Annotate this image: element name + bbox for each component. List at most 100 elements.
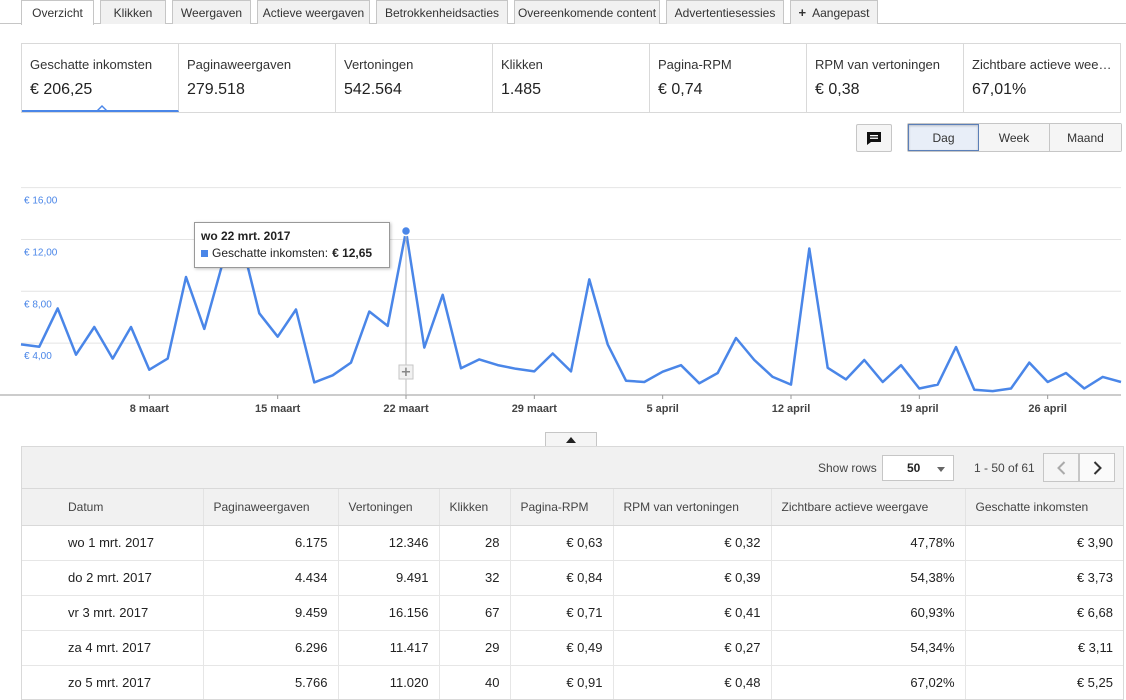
rows-per-page-select[interactable]: 50 <box>882 455 954 481</box>
metric-paginaweergaven[interactable]: Paginaweergaven 279.518 <box>179 44 336 112</box>
column-header-paginaweergaven[interactable]: Paginaweergaven <box>203 489 339 526</box>
highlighted-data-point <box>400 225 412 237</box>
cell-zichtbare-actieve-weergave: 54,38% <box>771 560 966 596</box>
tab-aangepast[interactable]: + Aangepast <box>790 0 878 24</box>
period-month-button[interactable]: Maand <box>1050 124 1121 151</box>
tab-betrokkenheidsacties[interactable]: Betrokkenheidsacties <box>376 0 508 24</box>
column-header-vertoningen[interactable]: Vertoningen <box>338 489 440 526</box>
table-row: vr 3 mrt. 2017 9.459 16.156 67 € 0,71 € … <box>22 595 1123 631</box>
cell-paginaweergaven: 9.459 <box>203 595 339 631</box>
cell-pagina-rpm: € 0,49 <box>510 630 614 666</box>
y-tick-label: € 4,00 <box>24 351 52 362</box>
column-header-geschatte-inkomsten[interactable]: Geschatte inkomsten <box>965 489 1123 526</box>
cell-pagina-rpm: € 0,91 <box>510 665 614 699</box>
x-tick-label: 12 april <box>772 403 811 415</box>
metric-value: € 0,38 <box>815 81 860 98</box>
previous-page-button[interactable] <box>1043 453 1079 482</box>
metric-label: Pagina-RPM <box>658 57 732 72</box>
cell-zichtbare-actieve-weergave: 67,02% <box>771 665 966 699</box>
cell-paginaweergaven: 6.296 <box>203 630 339 666</box>
tooltip-line: Geschatte inkomsten: € 12,65 <box>201 246 383 260</box>
column-header-rpm-van-vertoningen[interactable]: RPM van vertoningen <box>613 489 772 526</box>
y-tick-label: € 16,00 <box>24 196 58 207</box>
tooltip-series: Geschatte inkomsten: <box>212 246 329 260</box>
x-tick-label: 15 maart <box>255 403 301 415</box>
earnings-line-chart: € 4,00 € 8,00 € 12,00 € 16,00 8 maart 15 maar… <box>0 187 1122 415</box>
cell-zichtbare-actieve-weergave: 60,93% <box>771 595 966 631</box>
tab-label: Aangepast <box>812 5 870 20</box>
collapse-chart-button[interactable] <box>545 432 597 446</box>
x-tick-label: 19 april <box>900 403 939 415</box>
cell-vertoningen: 16.156 <box>338 595 440 631</box>
cell-date: wo 1 mrt. 2017 <box>22 525 204 561</box>
cell-zichtbare-actieve-weergave: 47,78% <box>771 525 966 561</box>
annotation-button[interactable] <box>856 124 892 152</box>
cell-rpm-van-vertoningen: € 0,27 <box>613 630 772 666</box>
caret-up-icon <box>566 436 576 443</box>
pagination-range: 1 - 50 of 61 <box>974 461 1035 475</box>
cell-vertoningen: 11.020 <box>338 665 440 699</box>
column-header-pagina-rpm[interactable]: Pagina-RPM <box>510 489 614 526</box>
metric-value: 1.485 <box>501 81 542 98</box>
tab-weergaven[interactable]: Weergaven <box>172 0 251 24</box>
series-square-icon <box>201 249 208 257</box>
cell-paginaweergaven: 6.175 <box>203 525 339 561</box>
cell-klikken: 28 <box>439 525 511 561</box>
cell-date: zo 5 mrt. 2017 <box>22 665 204 699</box>
metric-klikken[interactable]: Klikken 1.485 <box>493 44 650 112</box>
x-tick-label: 26 april <box>1028 403 1067 415</box>
metric-label: Paginaweergaven <box>187 57 292 72</box>
metric-value: € 206,25 <box>30 81 93 98</box>
tab-label: Klikken <box>113 5 153 20</box>
plus-icon: + <box>798 5 807 20</box>
next-page-button[interactable] <box>1079 453 1115 482</box>
x-tick-label: 8 maart <box>130 403 169 415</box>
chart-tooltip: wo 22 mrt. 2017 Geschatte inkomsten: € 1… <box>194 222 390 268</box>
cell-pagina-rpm: € 0,84 <box>510 560 614 596</box>
plus-icon: + <box>401 365 412 380</box>
tab-advertentiesessies[interactable]: Advertentiesessies <box>666 0 784 24</box>
metric-cards: Geschatte inkomsten € 206,25 Paginaweerg… <box>21 43 1121 113</box>
metric-rpm-van-vertoningen[interactable]: RPM van vertoningen € 0,38 <box>807 44 964 112</box>
table-row: wo 1 mrt. 2017 6.175 12.346 28 € 0,63 € … <box>22 525 1123 561</box>
tab-overeenkomende-content[interactable]: Overeenkomende content <box>514 0 660 24</box>
chevron-left-icon <box>1056 460 1065 475</box>
metric-geschatte-inkomsten[interactable]: Geschatte inkomsten € 206,25 <box>22 44 179 112</box>
cell-rpm-van-vertoningen: € 0,48 <box>613 665 772 699</box>
column-header-zichtbare-actieve-weergave[interactable]: Zichtbare actieve weergave <box>771 489 966 526</box>
table-row: za 4 mrt. 2017 6.296 11.417 29 € 0,49 € … <box>22 630 1123 666</box>
report-table: Show rows 50 1 - 50 of 61 Datum Paginawe… <box>21 446 1124 700</box>
metric-pagina-rpm[interactable]: Pagina-RPM € 0,74 <box>650 44 807 112</box>
cell-geschatte-inkomsten: € 3,73 <box>965 560 1123 596</box>
cell-rpm-van-vertoningen: € 0,39 <box>613 560 772 596</box>
cell-zichtbare-actieve-weergave: 54,34% <box>771 630 966 666</box>
tab-label: Weergaven <box>180 5 243 20</box>
cell-date: vr 3 mrt. 2017 <box>22 595 204 631</box>
cell-pagina-rpm: € 0,71 <box>510 595 614 631</box>
cell-geschatte-inkomsten: € 5,25 <box>965 665 1123 699</box>
cell-date: za 4 mrt. 2017 <box>22 630 204 666</box>
cell-vertoningen: 9.491 <box>338 560 440 596</box>
column-header-klikken[interactable]: Klikken <box>439 489 511 526</box>
tab-label: Actieve weergaven <box>262 5 365 20</box>
show-rows-label: Show rows <box>818 461 877 475</box>
metric-vertoningen[interactable]: Vertoningen 542.564 <box>336 44 493 112</box>
period-week-button[interactable]: Week <box>979 124 1050 151</box>
metric-label: Zichtbare actieve wee… <box>972 57 1112 72</box>
metric-zichtbare-actieve-weergave[interactable]: Zichtbare actieve wee… 67,01% <box>964 44 1120 112</box>
cell-rpm-van-vertoningen: € 0,32 <box>613 525 772 561</box>
metric-value: 67,01% <box>972 81 1027 98</box>
tab-klikken[interactable]: Klikken <box>100 0 166 24</box>
tab-label: Betrokkenheidsacties <box>384 5 500 20</box>
metric-value: 279.518 <box>187 81 245 98</box>
metric-label: RPM van vertoningen <box>815 57 941 72</box>
cell-klikken: 32 <box>439 560 511 596</box>
column-header-datum[interactable]: Datum <box>22 489 204 526</box>
tab-overzicht[interactable]: Overzicht <box>21 0 94 25</box>
tab-actieve-weergaven[interactable]: Actieve weergaven <box>257 0 370 24</box>
period-toggle: Dag Week Maand <box>907 123 1122 152</box>
period-day-button[interactable]: Dag <box>908 124 979 151</box>
tooltip-value: € 12,65 <box>332 246 373 260</box>
x-tick-label: 22 maart <box>383 403 429 415</box>
x-tick-label: 5 april <box>646 403 678 415</box>
